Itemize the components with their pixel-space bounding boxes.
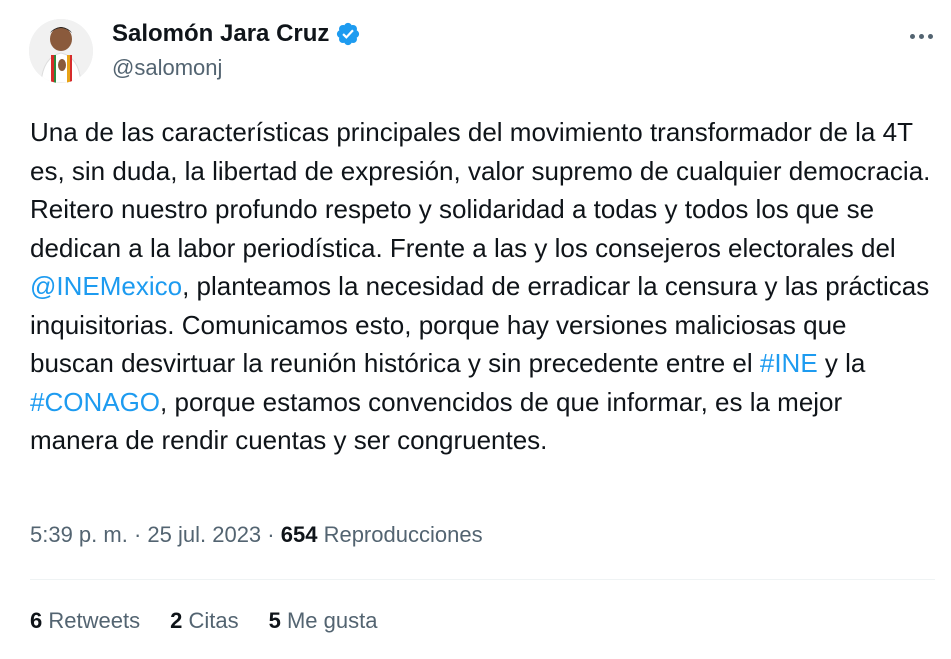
verified-badge-icon	[335, 21, 361, 47]
more-options-icon[interactable]	[904, 22, 938, 50]
likes-count: 5	[268, 608, 281, 633]
tweet-text-segment: Una de las características principales d…	[30, 117, 931, 263]
tweet-text-segment: y la	[817, 348, 866, 378]
tweet-meta: 5:39 p. m. · 25 jul. 2023 · 654 Reproduc…	[30, 522, 483, 548]
author-name-row: Salomón Jara Cruz	[112, 20, 361, 48]
likes-stat[interactable]: 5 Me gusta	[269, 608, 378, 634]
hashtag-link-conago[interactable]: #CONAGO	[30, 387, 160, 417]
mention-link-inemexico[interactable]: @INEMexico	[30, 271, 182, 301]
hashtag-link-ine[interactable]: #INE	[760, 348, 818, 378]
views-label: Reproducciones	[323, 522, 483, 547]
quotes-count: 2	[170, 608, 183, 633]
views-count: 654	[280, 522, 318, 547]
engagement-stats: 6 Retweets 2 Citas 5 Me gusta	[30, 608, 407, 634]
tweet-time[interactable]: 5:39 p. m.	[30, 522, 128, 547]
retweets-count: 6	[30, 608, 43, 633]
retweets-stat[interactable]: 6 Retweets	[30, 608, 140, 634]
meta-separator: ·	[261, 522, 281, 547]
likes-label: Me gusta	[286, 608, 378, 633]
tweet-date[interactable]: 25 jul. 2023	[147, 522, 261, 547]
quotes-label: Citas	[188, 608, 239, 633]
retweets-label: Retweets	[48, 608, 141, 633]
meta-separator: ·	[127, 522, 148, 547]
divider	[30, 579, 935, 580]
avatar[interactable]	[29, 19, 93, 83]
quotes-stat[interactable]: 2 Citas	[170, 608, 239, 634]
author-handle[interactable]: @salomonj	[112, 55, 222, 81]
tweet-text: Una de las características principales d…	[30, 113, 935, 460]
avatar-photo	[29, 19, 93, 83]
author-name[interactable]: Salomón Jara Cruz	[112, 20, 329, 48]
